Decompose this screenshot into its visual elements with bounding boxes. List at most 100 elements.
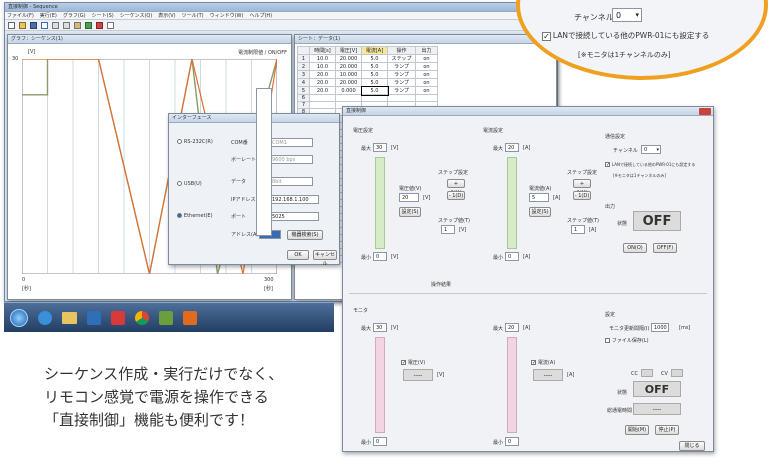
callout-channel-select[interactable]: 0 ▾ bbox=[612, 8, 642, 22]
interval-field[interactable]: 1000 bbox=[651, 323, 669, 332]
table-cell[interactable] bbox=[309, 101, 336, 109]
callout-lan-checkbox[interactable]: ✓ LANで接続している他のPWR-01にも設定する bbox=[542, 30, 709, 41]
radio-rs232[interactable]: RS-232C(R) bbox=[177, 138, 213, 145]
table-cell[interactable]: ランプ bbox=[387, 78, 416, 87]
close-button[interactable]: 閉じる bbox=[679, 441, 705, 451]
table-cell[interactable] bbox=[415, 94, 438, 102]
graph-icon[interactable] bbox=[107, 22, 114, 29]
table-cell[interactable]: 20.0 bbox=[309, 70, 336, 79]
paste-icon[interactable] bbox=[74, 22, 81, 29]
table-cell[interactable]: on bbox=[415, 70, 438, 79]
menu-view[interactable]: 表示(V) bbox=[158, 12, 175, 19]
table-cell[interactable] bbox=[309, 94, 336, 102]
select-icon[interactable] bbox=[41, 22, 48, 29]
field-baud[interactable]: 9600 bps bbox=[269, 155, 313, 164]
menu-file[interactable]: ファイル(F) bbox=[7, 12, 34, 19]
menu-tools[interactable]: ツール(T) bbox=[182, 12, 204, 19]
control-close-icon[interactable] bbox=[699, 108, 711, 115]
mon-volt-checkbox[interactable]: ✓ 電圧(V) bbox=[401, 359, 425, 366]
menu-sheet[interactable]: シート(S) bbox=[92, 12, 114, 19]
media-icon[interactable] bbox=[87, 310, 101, 325]
table-cell[interactable] bbox=[361, 94, 388, 102]
table-row[interactable]: 4 20.0 20.000 5.0 ランプ on bbox=[297, 78, 438, 87]
volt-min-field[interactable]: 0 bbox=[373, 252, 387, 261]
mon-volt-min-field[interactable]: 0 bbox=[373, 437, 387, 446]
cut-icon[interactable] bbox=[52, 22, 59, 29]
table-cell[interactable]: 20.0 bbox=[309, 86, 336, 95]
volt-step-value-field[interactable]: 1 bbox=[441, 225, 455, 234]
volt-max-field[interactable]: 30 bbox=[373, 143, 387, 152]
table-cell[interactable]: ランプ bbox=[387, 86, 416, 95]
table-cell[interactable] bbox=[387, 94, 416, 102]
lan-checkbox-small[interactable]: ✓ LANで接続している他のPWR-01にも設定する bbox=[605, 161, 695, 168]
mon-curr-min-field[interactable]: 0 bbox=[505, 437, 519, 446]
table-cell[interactable]: 5.0 bbox=[361, 62, 388, 71]
table-row[interactable]: 1 10.0 20.000 5.0 ステップ on bbox=[297, 54, 438, 63]
interface-cancel-button[interactable]: キャンセル bbox=[313, 250, 337, 267]
sheet-col-time[interactable]: 時間[s] bbox=[309, 46, 336, 55]
ie-icon[interactable] bbox=[38, 310, 52, 325]
table-row[interactable]: 2 10.0 20.000 5.0 ランプ on bbox=[297, 62, 438, 71]
copy-icon[interactable] bbox=[63, 22, 70, 29]
table-cell[interactable]: 20.000 bbox=[335, 62, 362, 71]
search-device-button[interactable]: 機器検索(S) bbox=[287, 230, 323, 240]
menu-help[interactable]: ヘルプ(H) bbox=[249, 12, 272, 19]
office-icon[interactable] bbox=[183, 310, 197, 325]
save-icon[interactable] bbox=[30, 22, 37, 29]
table-cell[interactable]: on bbox=[415, 54, 438, 63]
radio-usb[interactable]: USB(U) bbox=[177, 180, 202, 187]
table-cell[interactable]: on bbox=[415, 78, 438, 87]
voltage-set-button[interactable]: 設定(S) bbox=[399, 207, 421, 217]
output-on-button[interactable]: ON(O) bbox=[623, 243, 647, 253]
table-cell[interactable]: ランプ bbox=[387, 62, 416, 71]
table-cell[interactable]: 20.000 bbox=[335, 54, 362, 63]
field-port[interactable]: 5025 bbox=[269, 212, 319, 221]
sheet-col-voltage[interactable]: 電圧[V] bbox=[335, 46, 362, 55]
interface-ok-button[interactable]: OK bbox=[287, 250, 309, 260]
stop-icon[interactable] bbox=[96, 22, 103, 29]
table-cell[interactable]: 20.000 bbox=[335, 78, 362, 87]
curr-step-value-field[interactable]: 1 bbox=[571, 225, 585, 234]
log-checkbox[interactable]: ファイル保存(L) bbox=[605, 337, 649, 344]
table-cell[interactable]: on bbox=[415, 62, 438, 71]
monitor-start-button[interactable]: 開始(M) bbox=[625, 425, 649, 435]
current-value-field[interactable]: 5 bbox=[529, 193, 549, 202]
voltage-slider-track[interactable] bbox=[375, 157, 385, 249]
current-slider-track[interactable] bbox=[507, 157, 517, 249]
menu-run[interactable]: 実行(E) bbox=[40, 12, 57, 19]
voltage-value-field[interactable]: 20 bbox=[399, 193, 419, 202]
table-row[interactable]: 5 20.0 0.000 5.0 ランプ on bbox=[297, 85, 438, 96]
table-cell[interactable]: 10.0 bbox=[309, 54, 336, 63]
table-cell[interactable]: 5.0 bbox=[360, 85, 389, 96]
curr-step-up-button[interactable]: + 1(U) bbox=[573, 179, 591, 196]
table-cell[interactable]: 10.000 bbox=[335, 70, 362, 79]
start-orb-icon[interactable] bbox=[10, 308, 28, 327]
table-cell[interactable]: on bbox=[415, 86, 438, 95]
output-off-button[interactable]: OFF(F) bbox=[653, 243, 677, 253]
table-row[interactable]: 3 20.0 10.000 5.0 ランプ on bbox=[297, 70, 438, 79]
table-cell[interactable]: 5.0 bbox=[361, 78, 388, 87]
run-icon[interactable] bbox=[85, 22, 92, 29]
table-cell[interactable]: 0.000 bbox=[335, 86, 362, 95]
field-com[interactable]: COM1 bbox=[269, 138, 313, 147]
app-icon[interactable] bbox=[111, 310, 125, 325]
table-cell[interactable] bbox=[335, 94, 362, 102]
radio-ethernet[interactable]: Ethernet(E) bbox=[177, 212, 213, 219]
table-cell[interactable]: 20.0 bbox=[309, 78, 336, 87]
volt-step-down-button[interactable]: - 1(D) bbox=[447, 191, 465, 200]
mon-curr-max-field[interactable]: 20 bbox=[505, 323, 519, 332]
curr-step-down-button[interactable]: - 1(D) bbox=[573, 191, 591, 200]
chrome-icon[interactable] bbox=[135, 310, 149, 325]
new-file-icon[interactable] bbox=[8, 22, 15, 29]
field-data[interactable]: 8bit bbox=[269, 177, 313, 186]
channel-select-small[interactable]: 0 ▾ bbox=[641, 145, 661, 154]
open-folder-icon[interactable] bbox=[19, 22, 26, 29]
curr-min-field[interactable]: 0 bbox=[505, 252, 519, 261]
table-row[interactable]: 6 bbox=[297, 94, 438, 102]
volt-step-up-button[interactable]: + 1(U) bbox=[447, 179, 465, 196]
table-cell[interactable]: 5.0 bbox=[361, 70, 388, 79]
menu-graph[interactable]: グラフ(G) bbox=[63, 12, 86, 19]
table-cell[interactable]: ステップ bbox=[387, 54, 416, 63]
monitor-stop-button[interactable]: 停止(P) bbox=[655, 425, 679, 435]
menu-window[interactable]: ウィンドウ(W) bbox=[210, 12, 244, 19]
